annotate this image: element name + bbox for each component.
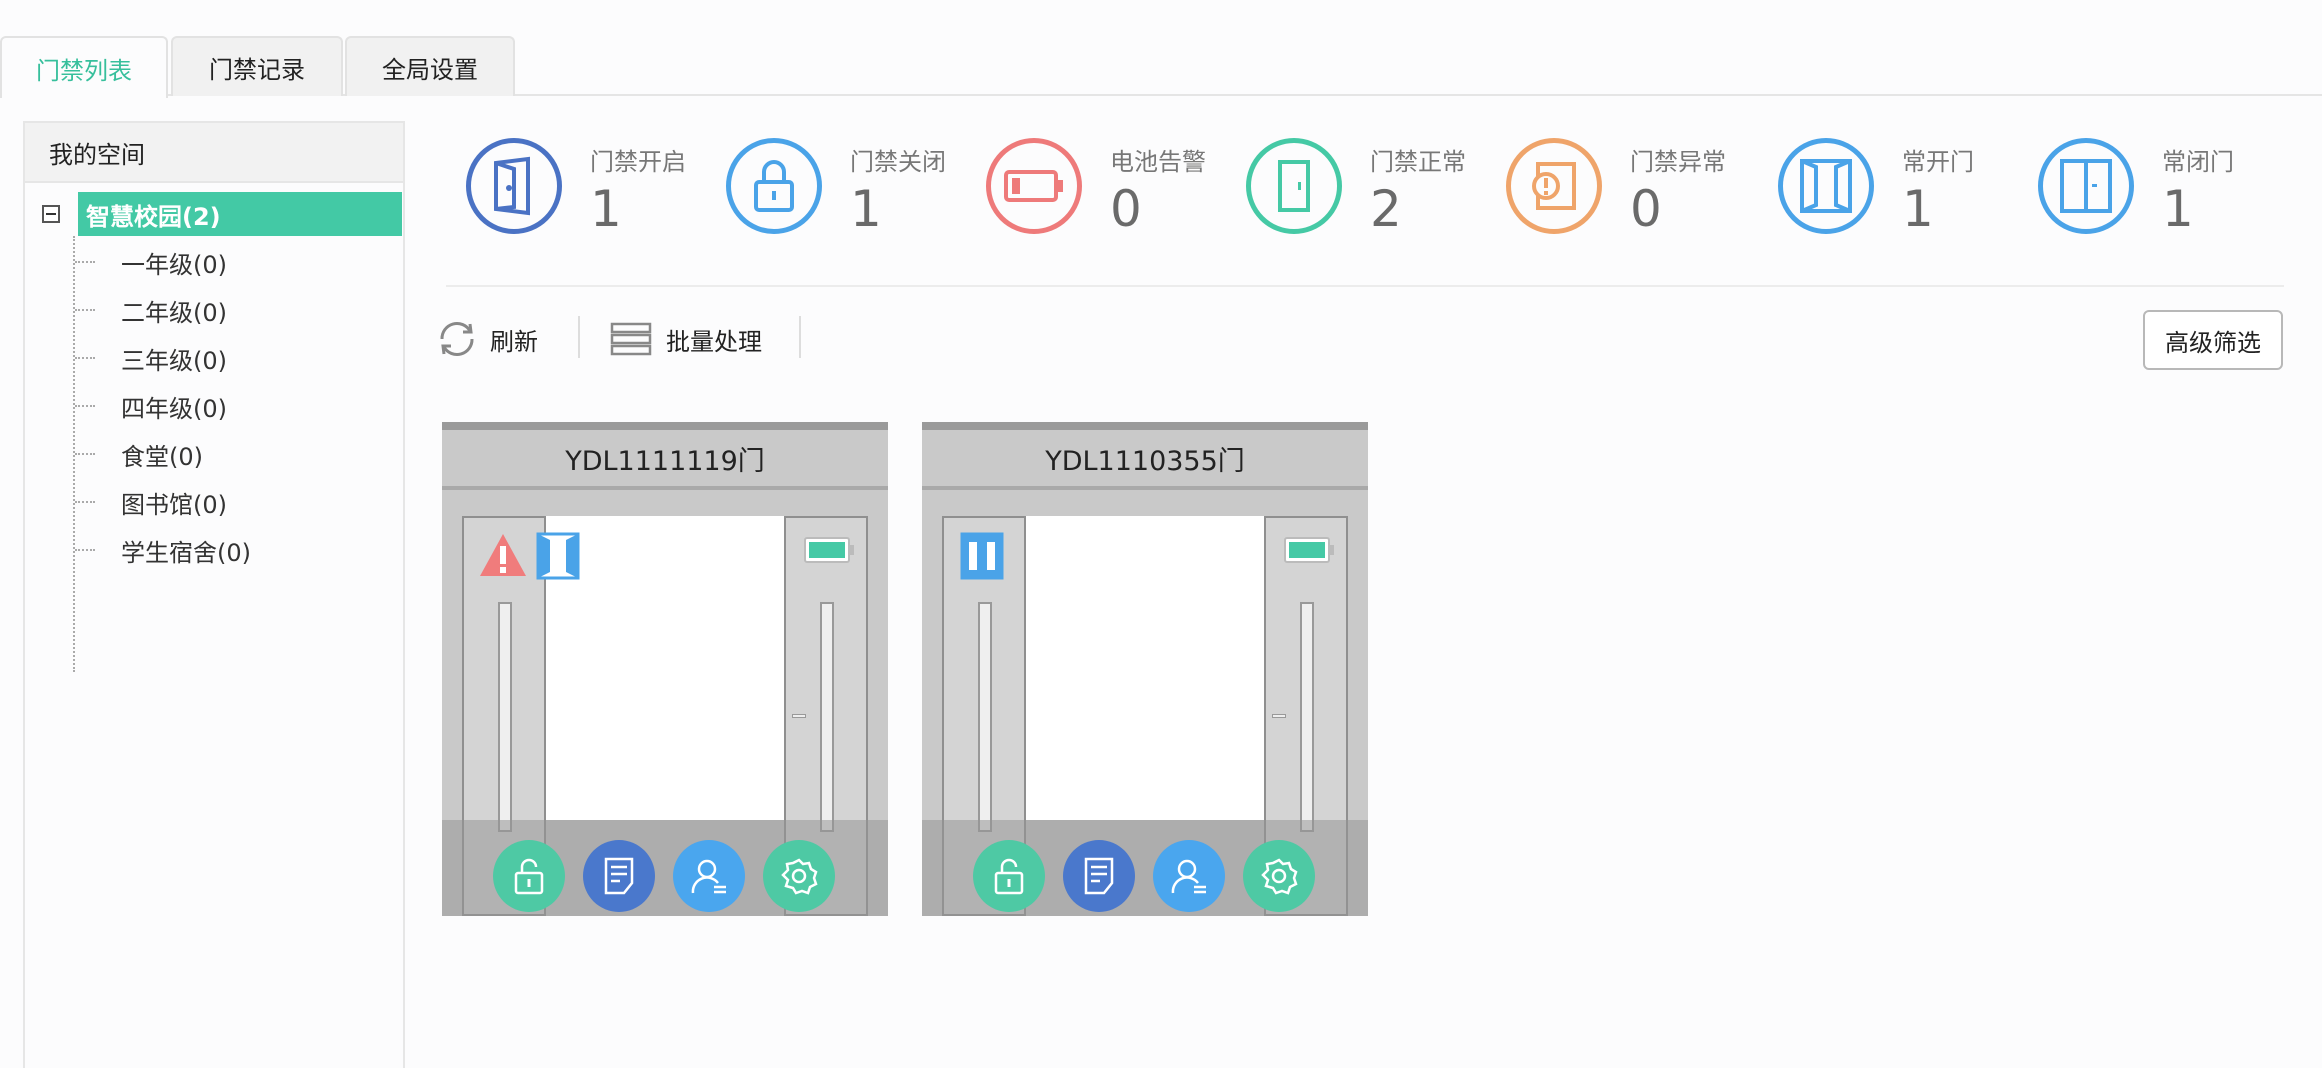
refresh-icon — [434, 316, 480, 362]
stat-label: 常闭门 — [2162, 148, 2234, 176]
door-open-icon — [466, 138, 562, 234]
door-card[interactable]: YDL1110355门 — [922, 422, 1368, 916]
tab-bar: 门禁列表 门禁记录 全局设置 — [0, 0, 2322, 98]
refresh-button[interactable]: 刷新 — [434, 313, 538, 365]
record-button[interactable] — [1063, 840, 1135, 912]
stat-value: 1 — [2162, 180, 2194, 238]
space-sidebar: 我的空间 智慧校园(2) 一年级(0) 二年级(0) 三年级(0) 四年级(0)… — [23, 121, 405, 1068]
stat-value: 2 — [1370, 180, 1402, 238]
tree-node-grade1[interactable]: 一年级(0) — [75, 242, 227, 282]
stat-value: 0 — [1110, 180, 1142, 238]
user-button[interactable] — [673, 840, 745, 912]
tree-node-canteen[interactable]: 食堂(0) — [75, 434, 203, 474]
tree-node-dormitory[interactable]: 学生宿舍(0) — [75, 530, 251, 570]
door-name: YDL1110355门 — [922, 430, 1368, 490]
stat-label: 常开门 — [1902, 148, 1974, 176]
settings-button[interactable] — [1243, 840, 1315, 912]
door-alert-icon — [1506, 138, 1602, 234]
record-button[interactable] — [583, 840, 655, 912]
door-always-open-icon — [1778, 138, 1874, 234]
toolbar-separator — [578, 316, 580, 358]
tree-node-grade4[interactable]: 四年级(0) — [75, 386, 227, 426]
door-opening — [1002, 516, 1302, 820]
stat-value: 0 — [1630, 180, 1662, 238]
door-visual — [442, 516, 888, 916]
sidebar-title: 我的空间 — [25, 123, 403, 183]
advanced-filter-button[interactable]: 高级筛选 — [2143, 310, 2283, 370]
toolbar-separator — [799, 316, 801, 358]
batch-process-label: 批量处理 — [666, 327, 762, 356]
door-normal-icon — [1246, 138, 1342, 234]
batch-process-button[interactable]: 批量处理 — [610, 313, 762, 365]
tab-global-settings[interactable]: 全局设置 — [345, 36, 515, 96]
stat-value: 1 — [850, 180, 882, 238]
settings-button[interactable] — [763, 840, 835, 912]
card-top-bar — [922, 422, 1368, 430]
door-always-closed-icon — [960, 532, 1004, 584]
refresh-label: 刷新 — [490, 327, 538, 356]
battery-full-icon — [803, 536, 857, 568]
tree-root-node[interactable]: 智慧校园(2) — [78, 192, 402, 236]
door-always-closed-icon — [2038, 138, 2134, 234]
tree-node-grade2[interactable]: 二年级(0) — [75, 290, 227, 330]
stat-label: 门禁异常 — [1630, 148, 1726, 176]
card-top-bar — [442, 422, 888, 430]
stat-value: 1 — [1902, 180, 1934, 238]
battery-low-icon — [986, 138, 1082, 234]
tree-node-library[interactable]: 图书馆(0) — [75, 482, 227, 522]
door-visual — [922, 516, 1368, 916]
collapse-icon[interactable] — [42, 205, 60, 223]
tree-node-grade3[interactable]: 三年级(0) — [75, 338, 227, 378]
tab-door-records[interactable]: 门禁记录 — [171, 36, 343, 96]
stat-value: 1 — [590, 180, 622, 238]
tab-door-list[interactable]: 门禁列表 — [0, 36, 168, 98]
list-icon — [610, 322, 652, 356]
stats-divider — [446, 285, 2284, 287]
stat-label: 门禁正常 — [1370, 148, 1466, 176]
alert-icon — [478, 532, 528, 582]
stat-label: 电池告警 — [1110, 148, 1206, 176]
door-always-open-icon — [536, 532, 580, 584]
lock-icon — [726, 138, 822, 234]
stat-label: 门禁关闭 — [850, 148, 946, 176]
unlock-button[interactable] — [493, 840, 565, 912]
battery-full-icon — [1283, 536, 1337, 568]
user-button[interactable] — [1153, 840, 1225, 912]
door-card[interactable]: YDL1111119门 — [442, 422, 888, 916]
door-name: YDL1111119门 — [442, 430, 888, 490]
stat-label: 门禁开启 — [590, 148, 686, 176]
unlock-button[interactable] — [973, 840, 1045, 912]
